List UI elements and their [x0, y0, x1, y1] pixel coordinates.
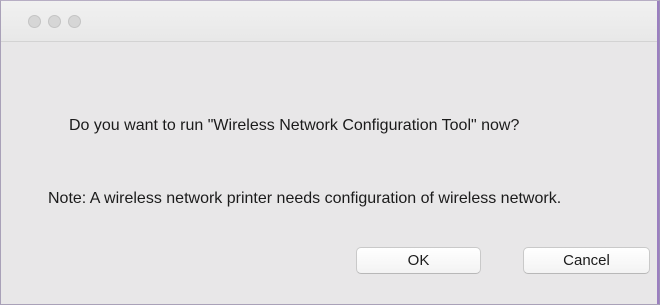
cancel-button[interactable]: Cancel	[523, 247, 650, 274]
dialog-question: Do you want to run "Wireless Network Con…	[69, 117, 520, 134]
dialog-note: Note: A wireless network printer needs c…	[48, 190, 562, 207]
close-icon[interactable]	[28, 15, 41, 28]
dialog-window: Do you want to run "Wireless Network Con…	[0, 0, 660, 305]
ok-button[interactable]: OK	[356, 247, 481, 274]
minimize-icon[interactable]	[48, 15, 61, 28]
dialog-content: Do you want to run "Wireless Network Con…	[1, 42, 659, 304]
title-bar[interactable]	[1, 1, 659, 42]
zoom-icon[interactable]	[68, 15, 81, 28]
